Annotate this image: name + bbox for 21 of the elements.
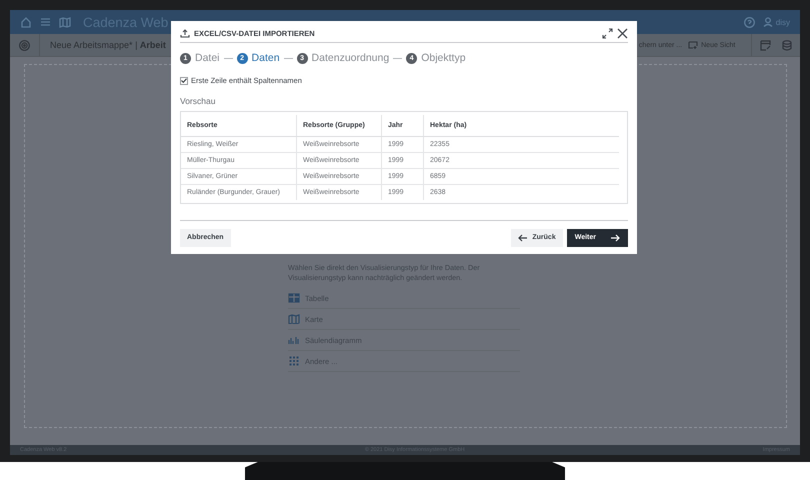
section-label: Vorschau — [180, 96, 216, 106]
new-view-icon — [688, 41, 698, 49]
map-icon[interactable] — [59, 16, 71, 28]
help-icon[interactable] — [744, 16, 755, 28]
grid-icon — [288, 356, 300, 366]
arrow-right-icon — [610, 234, 620, 242]
arrow-left-icon — [518, 234, 528, 242]
close-icon[interactable] — [617, 28, 628, 39]
target-icon[interactable] — [19, 40, 30, 50]
checkbox[interactable] — [180, 76, 188, 84]
bar-chart-icon — [288, 335, 300, 345]
home-icon[interactable] — [20, 16, 32, 28]
menu-icon[interactable] — [40, 17, 51, 27]
map-icon — [288, 314, 300, 324]
separator-text: | — [134, 40, 138, 50]
user-icon[interactable] — [762, 17, 773, 27]
upload-icon — [180, 29, 190, 38]
window-edit-icon[interactable] — [760, 40, 772, 50]
database-icon[interactable] — [782, 40, 792, 50]
expand-icon[interactable] — [602, 28, 613, 39]
table-icon — [288, 293, 300, 303]
